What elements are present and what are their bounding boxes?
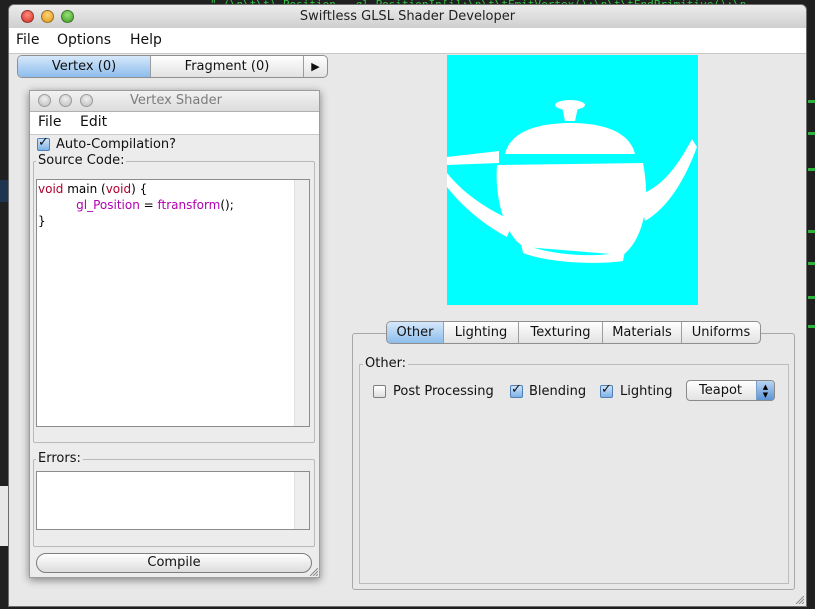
teapot-lid-stem — [562, 107, 578, 121]
tab-vertex[interactable]: Vertex (0) — [18, 56, 151, 77]
menu-options[interactable]: Options — [57, 32, 111, 48]
settings-tabs: Other Lighting Texturing Materials Unifo… — [386, 321, 761, 344]
vertex-menu-edit[interactable]: Edit — [80, 114, 107, 130]
tab-uniforms[interactable]: Uniforms — [682, 322, 760, 343]
code-text: } — [38, 214, 46, 228]
bg-selection — [0, 180, 8, 202]
title-bar: Swiftless GLSL Shader Developer — [9, 5, 806, 29]
shader-tabs: Vertex (0) Fragment (0) ▶ — [17, 55, 328, 78]
code-text: ) { — [131, 182, 148, 196]
code-text: = — [139, 198, 158, 212]
vertex-minimize-button[interactable] — [59, 94, 72, 107]
render-preview[interactable] — [447, 55, 698, 305]
lighting-label: Lighting — [620, 384, 673, 399]
blending-label: Blending — [529, 384, 587, 399]
bg-strip — [808, 296, 815, 299]
blending-checkbox[interactable] — [510, 382, 523, 398]
menu-file[interactable]: File — [16, 32, 39, 48]
code-keyword: void — [105, 182, 132, 196]
bg-strip — [808, 100, 815, 103]
teapot-spout — [639, 139, 697, 221]
settings-panel: Other: — [352, 333, 795, 590]
compile-button[interactable]: Compile — [36, 553, 312, 573]
bg-strip — [808, 168, 815, 171]
bg-strip — [808, 230, 815, 233]
tab-lighting[interactable]: Lighting — [444, 322, 519, 343]
teapot-body — [496, 163, 647, 255]
bg-strip — [808, 262, 815, 265]
vertex-zoom-button[interactable] — [80, 94, 93, 107]
errors-output[interactable] — [36, 471, 310, 530]
vertex-shader-window: Vertex Shader File Edit Auto-Compilation… — [29, 90, 320, 578]
lighting-checkbox[interactable] — [600, 382, 613, 398]
post-processing-label: Post Processing — [393, 384, 494, 399]
bg-strip — [808, 325, 815, 328]
menu-help[interactable]: Help — [130, 32, 162, 48]
teapot-render — [447, 100, 697, 263]
vertex-window-titlebar: Vertex Shader — [30, 91, 319, 112]
menu-bar: File Options Help — [9, 28, 806, 54]
teapot-handle — [447, 151, 499, 165]
vertex-menu-bar: File Edit — [30, 112, 319, 135]
code-keyword: void — [38, 182, 64, 196]
source-code-scrollbar[interactable] — [294, 180, 309, 426]
vertex-menu-file[interactable]: File — [38, 114, 61, 130]
resize-grip-icon[interactable] — [308, 566, 318, 576]
main-window: Swiftless GLSL Shader Developer File Opt… — [8, 4, 807, 607]
teapot-lid — [505, 123, 635, 154]
code-builtin: ftransform — [157, 198, 221, 212]
other-group-label: Other: — [363, 356, 409, 371]
select-arrows-icon: ▲ ▼ — [756, 381, 774, 400]
tab-materials[interactable]: Materials — [603, 322, 682, 343]
code-text: main ( — [63, 182, 106, 196]
errors-label: Errors: — [36, 451, 83, 466]
bg-strip — [808, 132, 815, 135]
model-select-value: Teapot — [699, 383, 742, 398]
tab-fragment[interactable]: Fragment (0) — [151, 56, 304, 77]
vertex-close-button[interactable] — [38, 94, 51, 107]
source-code-text[interactable]: void main (void) { gl_Position = ftransf… — [38, 181, 234, 229]
errors-scrollbar[interactable] — [294, 472, 309, 529]
code-text: (); — [220, 198, 234, 212]
auto-compilation-checkbox[interactable] — [37, 135, 50, 151]
tab-texturing[interactable]: Texturing — [519, 322, 603, 343]
window-resize-grip-icon[interactable] — [794, 594, 804, 604]
source-code-label: Source Code: — [36, 153, 127, 168]
model-select[interactable]: Teapot ▲ ▼ — [686, 380, 775, 401]
window-title: Swiftless GLSL Shader Developer — [299, 9, 516, 24]
source-code-editor[interactable]: void main (void) { gl_Position = ftransf… — [36, 179, 310, 427]
code-builtin: gl_Position — [76, 198, 140, 212]
tab-other[interactable]: Other — [387, 322, 444, 343]
auto-compilation-label: Auto-Compilation? — [56, 137, 177, 152]
vertex-window-title: Vertex Shader — [130, 93, 222, 108]
tabs-more-arrow-icon[interactable]: ▶ — [304, 56, 327, 77]
post-processing-checkbox[interactable] — [373, 385, 386, 398]
